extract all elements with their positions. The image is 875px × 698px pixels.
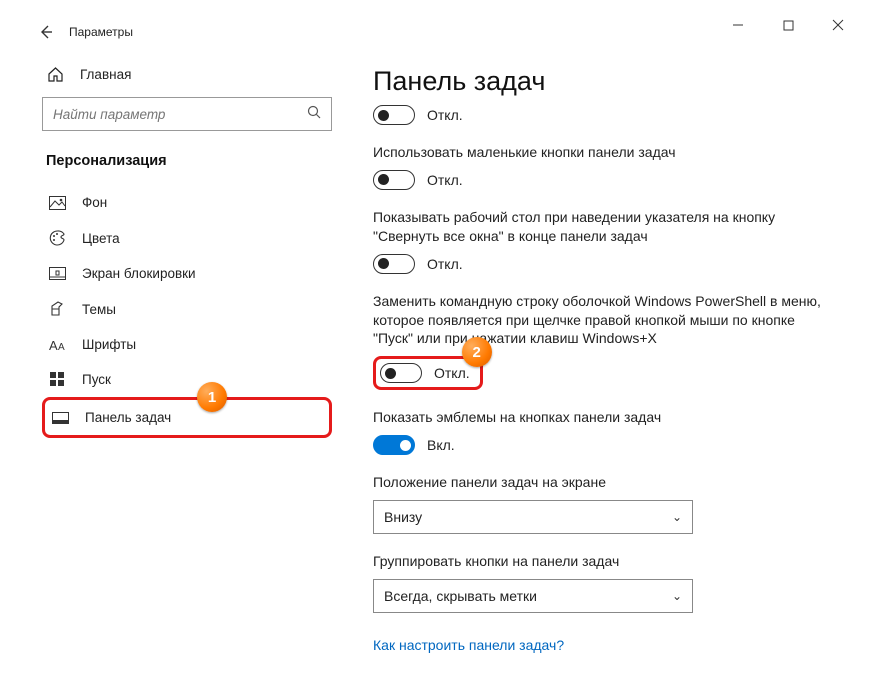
setting-label: Положение панели задач на экране xyxy=(373,473,821,492)
maximize-button[interactable] xyxy=(781,18,795,32)
taskbar-grouping-dropdown[interactable]: Всегда, скрывать метки ⌄ xyxy=(373,579,693,613)
page-title: Панель задач xyxy=(373,66,821,97)
toggle-state: Откл. xyxy=(427,256,463,272)
setting-label: Заменить командную строку оболочкой Wind… xyxy=(373,292,821,349)
sidebar-item-label: Шрифты xyxy=(82,337,136,352)
sidebar-item-label: Панель задач xyxy=(85,410,171,425)
sidebar-item-label: Фон xyxy=(82,195,107,210)
annotation-badge-2: 2 xyxy=(462,337,492,367)
toggle-state: Откл. xyxy=(427,107,463,123)
setting-label: Показывать рабочий стол при наведении ук… xyxy=(373,208,821,246)
close-icon xyxy=(832,19,844,31)
sidebar-item-label: Темы xyxy=(82,302,116,317)
home-icon xyxy=(46,66,64,83)
home-link[interactable]: Главная xyxy=(42,60,332,89)
sidebar-item-taskbar[interactable]: Панель задач 1 xyxy=(42,397,332,438)
toggle-powershell[interactable] xyxy=(380,363,422,383)
sidebar-item-label: Цвета xyxy=(82,231,120,246)
toggle-state: Откл. xyxy=(434,365,470,381)
sidebar-item-fonts[interactable]: AA Шрифты xyxy=(42,327,332,362)
minimize-icon xyxy=(732,19,744,31)
annotation-badge-1: 1 xyxy=(197,382,227,412)
chevron-down-icon: ⌄ xyxy=(672,589,682,603)
home-label: Главная xyxy=(80,67,131,82)
lockscreen-icon xyxy=(48,267,66,281)
arrow-left-icon xyxy=(38,24,54,40)
close-button[interactable] xyxy=(831,18,845,32)
help-link[interactable]: Как настроить панели задач? xyxy=(373,637,564,653)
sidebar-item-label: Экран блокировки xyxy=(82,266,196,281)
titlebar: Параметры xyxy=(27,14,847,50)
toggle-switch-0[interactable] xyxy=(373,105,415,125)
chevron-down-icon: ⌄ xyxy=(672,510,682,524)
sidebar-item-start[interactable]: Пуск xyxy=(42,362,332,397)
maximize-icon xyxy=(783,20,794,31)
toggle-small-buttons[interactable] xyxy=(373,170,415,190)
themes-icon xyxy=(48,301,66,317)
taskbar-icon xyxy=(51,412,69,424)
start-icon xyxy=(48,372,66,387)
taskbar-position-dropdown[interactable]: Внизу ⌄ xyxy=(373,500,693,534)
main-pane: Панель задач Откл. Использовать маленьки… xyxy=(347,50,847,684)
back-button[interactable] xyxy=(33,19,59,45)
dropdown-value: Всегда, скрывать метки xyxy=(384,588,537,604)
dropdown-value: Внизу xyxy=(384,509,422,525)
highlighted-toggle-frame: Откл. 2 xyxy=(373,356,483,390)
setting-label: Использовать маленькие кнопки панели зад… xyxy=(373,143,821,162)
setting-label: Группировать кнопки на панели задач xyxy=(373,552,821,571)
sidebar: Главная Персонализация Фон Цвета Экран б… xyxy=(27,50,347,684)
svg-text:A: A xyxy=(49,338,58,352)
picture-icon xyxy=(48,196,66,210)
toggle-peek-desktop[interactable] xyxy=(373,254,415,274)
sidebar-item-themes[interactable]: Темы xyxy=(42,291,332,327)
fonts-icon: AA xyxy=(48,338,66,352)
toggle-state: Откл. xyxy=(427,172,463,188)
toggle-badges[interactable] xyxy=(373,435,415,455)
search-input[interactable] xyxy=(42,97,332,131)
sidebar-item-colors[interactable]: Цвета xyxy=(42,220,332,256)
minimize-button[interactable] xyxy=(731,18,745,32)
sidebar-item-lockscreen[interactable]: Экран блокировки xyxy=(42,256,332,291)
category-title: Персонализация xyxy=(42,149,332,185)
sidebar-item-label: Пуск xyxy=(82,372,111,387)
toggle-state: Вкл. xyxy=(427,437,455,453)
palette-icon xyxy=(48,230,66,246)
search-icon xyxy=(307,105,322,120)
svg-text:A: A xyxy=(58,342,65,352)
setting-label: Показать эмблемы на кнопках панели задач xyxy=(373,408,821,427)
window-title: Параметры xyxy=(69,25,133,39)
sidebar-item-background[interactable]: Фон xyxy=(42,185,332,220)
